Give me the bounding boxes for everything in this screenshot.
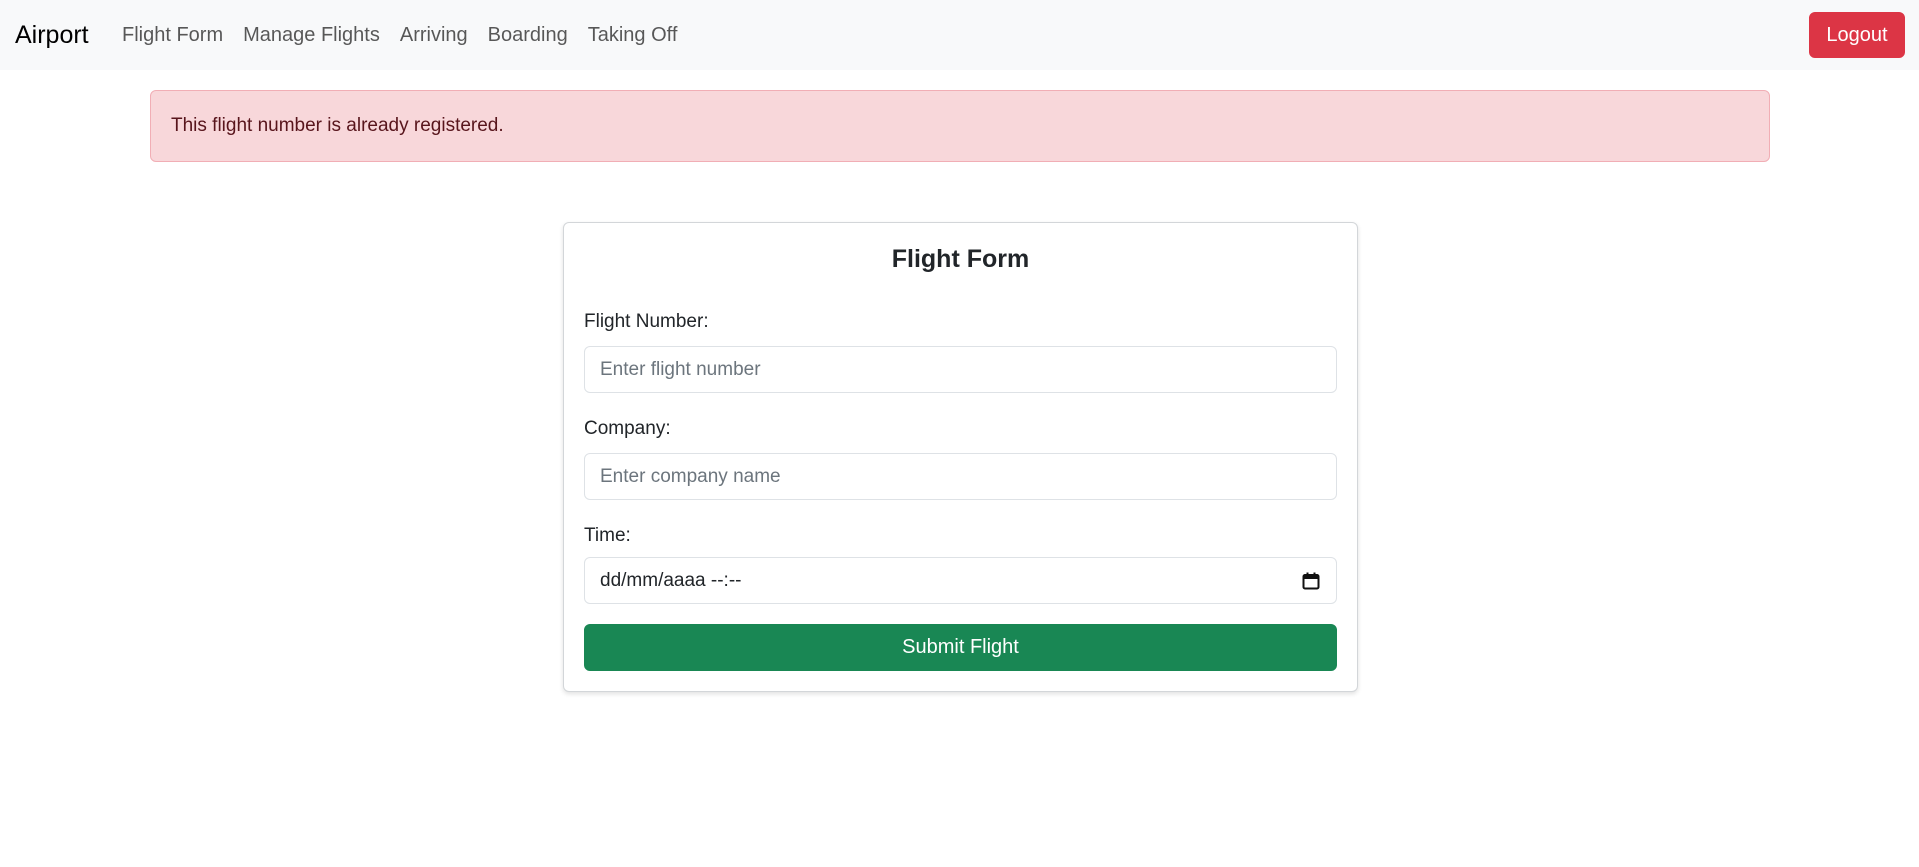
nav-link-flight-form[interactable]: Flight Form	[112, 0, 233, 70]
flight-number-label: Flight Number:	[584, 311, 709, 332]
calendar-icon[interactable]	[1301, 571, 1321, 591]
logout-button[interactable]: Logout	[1809, 12, 1905, 58]
company-input[interactable]	[584, 453, 1337, 500]
nav-links: Flight Form Manage Flights Arriving Boar…	[112, 0, 687, 70]
nav-link-taking-off[interactable]: Taking Off	[578, 0, 688, 70]
time-input-text: dd/mm/aaaa --:--	[600, 569, 742, 591]
nav-link-arriving[interactable]: Arriving	[390, 0, 478, 70]
form-title: Flight Form	[891, 245, 1030, 273]
nav-link-boarding[interactable]: Boarding	[478, 0, 578, 70]
time-label: Time:	[584, 525, 631, 546]
navbar: Airport Flight Form Manage Flights Arriv…	[0, 0, 1919, 70]
submit-flight-button[interactable]: Submit Flight	[584, 624, 1337, 671]
alert-message: This flight number is already registered…	[171, 115, 504, 136]
nav-link-manage-flights[interactable]: Manage Flights	[233, 0, 390, 70]
time-input[interactable]: dd/mm/aaaa --:--	[584, 557, 1337, 604]
brand-link[interactable]: Airport	[15, 0, 89, 70]
error-alert: This flight number is already registered…	[150, 90, 1770, 162]
flight-number-input[interactable]	[584, 346, 1337, 393]
company-label: Company:	[584, 418, 671, 439]
flight-form-card: Flight Form Flight Number: Company: Time…	[563, 222, 1358, 692]
